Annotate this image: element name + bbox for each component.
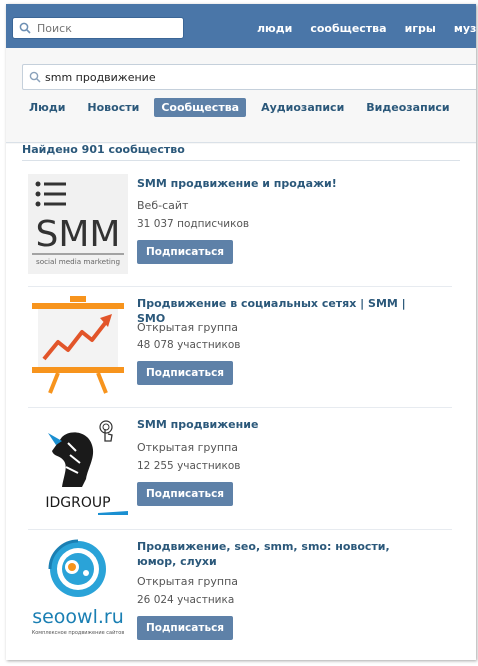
community-type: Открытая группа bbox=[137, 441, 239, 454]
members-count: 26 024 участника bbox=[137, 594, 235, 606]
community-type: Открытая группа bbox=[137, 321, 239, 334]
members-count: 12 255 участников bbox=[137, 460, 241, 472]
results-count: Найдено 901 сообщество bbox=[22, 143, 185, 156]
search-tabs: Люди Новости Сообщества Аудиозаписи Виде… bbox=[22, 98, 465, 117]
community-avatar[interactable]: seoowl.ru Комплексное продвижение сайтов bbox=[28, 537, 128, 643]
community-title[interactable]: SMM продвижение bbox=[137, 417, 427, 432]
divider bbox=[28, 407, 452, 408]
top-bar: люди сообщества игры музы bbox=[6, 4, 476, 48]
nav-games[interactable]: игры bbox=[405, 22, 436, 35]
nav-people[interactable]: люди bbox=[257, 22, 292, 35]
subscribe-button[interactable]: Подписаться bbox=[137, 240, 233, 264]
divider bbox=[22, 160, 460, 161]
nav-communities[interactable]: сообщества bbox=[310, 22, 386, 35]
list-item: seoowl.ru Комплексное продвижение сайтов… bbox=[28, 537, 448, 647]
presentation-chart-icon bbox=[32, 296, 124, 394]
tab-audio[interactable]: Аудиозаписи bbox=[254, 98, 351, 117]
subscribe-button[interactable]: Подписаться bbox=[137, 616, 233, 640]
search-input[interactable] bbox=[45, 69, 465, 86]
community-type: Открытая группа bbox=[137, 575, 239, 588]
tab-communities[interactable]: Сообщества bbox=[154, 98, 247, 117]
divider bbox=[28, 286, 452, 287]
logo-subtext: Комплексное продвижение сайтов bbox=[32, 629, 125, 636]
search-icon bbox=[29, 71, 41, 83]
search-field[interactable] bbox=[22, 64, 476, 90]
top-nav: люди сообщества игры музы bbox=[257, 22, 476, 35]
tab-people[interactable]: Люди bbox=[22, 98, 72, 117]
list-item: IDGROUP SMM продвижение Открытая группа … bbox=[28, 415, 448, 519]
community-title[interactable]: SMM продвижение и продажи! bbox=[137, 176, 427, 191]
community-title[interactable]: Продвижение, seo, smm, smo: новости, юмо… bbox=[137, 539, 427, 569]
members-count: 48 078 участников bbox=[137, 339, 241, 351]
community-type: Веб-сайт bbox=[137, 199, 189, 212]
logo-text: seoowl.ru bbox=[32, 606, 124, 628]
idgroup-logo: IDGROUP bbox=[45, 420, 128, 515]
logo-text: IDGROUP bbox=[45, 495, 110, 511]
logo-subtext: social media marketing bbox=[36, 257, 120, 266]
subscribe-button[interactable]: Подписаться bbox=[137, 361, 233, 385]
tab-video[interactable]: Видеозаписи bbox=[359, 98, 456, 117]
divider bbox=[28, 529, 452, 530]
search-icon bbox=[19, 22, 31, 34]
seoowl-logo: seoowl.ru Комплексное продвижение сайтов bbox=[32, 539, 125, 636]
tab-news[interactable]: Новости bbox=[80, 98, 146, 117]
community-avatar[interactable] bbox=[28, 294, 128, 394]
list-item: SMM social media marketing SMM продвижен… bbox=[28, 174, 448, 278]
members-count: 31 037 подписчиков bbox=[137, 218, 250, 230]
list-item: Продвижение в социальных сетях | SMM | S… bbox=[28, 294, 448, 398]
community-avatar[interactable]: IDGROUP bbox=[28, 415, 128, 515]
nav-music[interactable]: музы bbox=[454, 22, 476, 35]
logo-text: SMM bbox=[36, 214, 121, 255]
top-search-box[interactable] bbox=[12, 17, 184, 39]
subscribe-button[interactable]: Подписаться bbox=[137, 482, 233, 506]
top-search-input[interactable] bbox=[37, 20, 177, 36]
window: люди сообщества игры музы Люди Новости С… bbox=[6, 4, 476, 660]
smm-logo: SMM social media marketing bbox=[28, 174, 128, 274]
community-avatar[interactable]: SMM social media marketing bbox=[28, 174, 128, 274]
search-panel: Люди Новости Сообщества Аудиозаписи Виде… bbox=[6, 48, 476, 144]
